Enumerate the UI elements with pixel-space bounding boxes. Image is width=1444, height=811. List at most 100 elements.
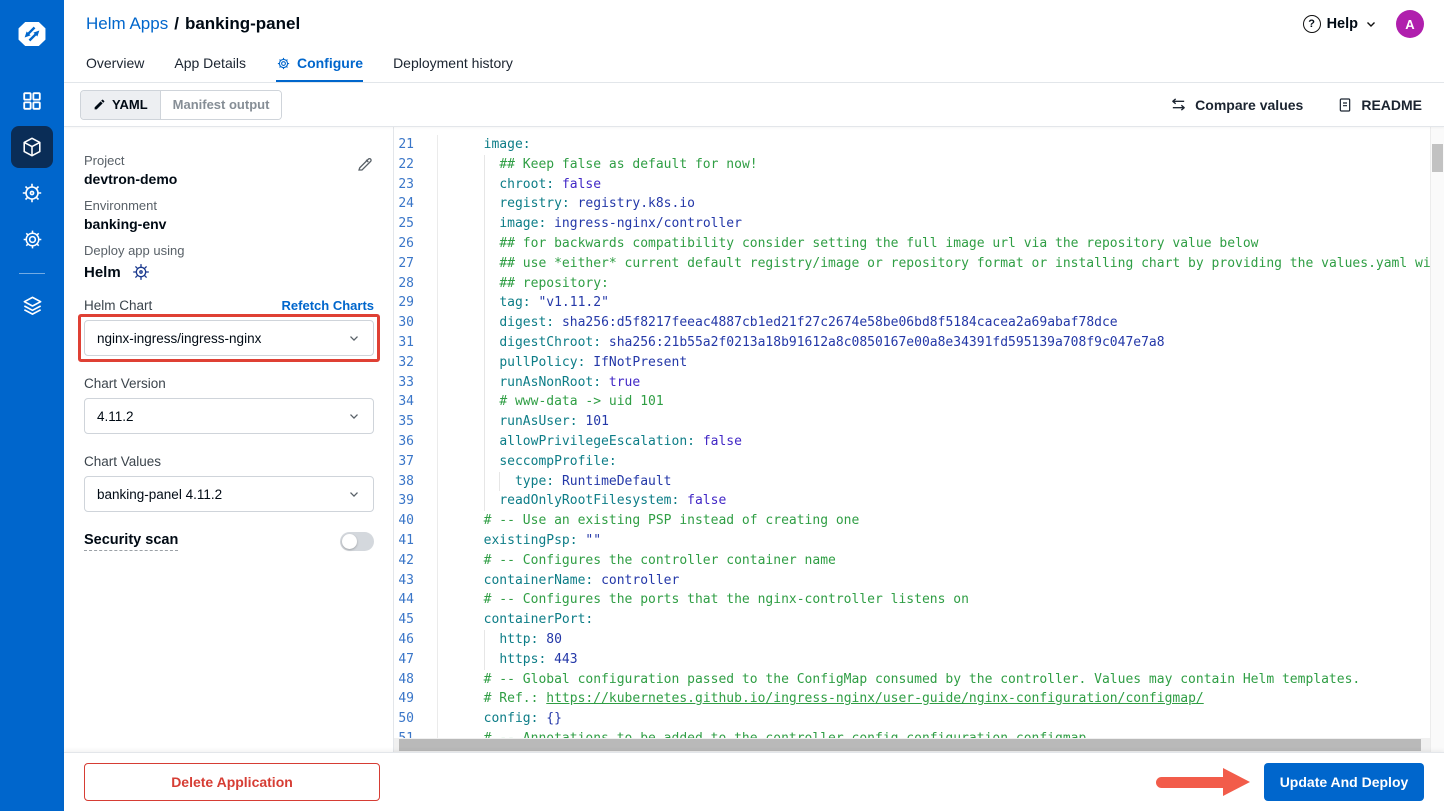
chart-version-select[interactable]: 4.11.2 <box>84 398 374 434</box>
helm-chart-label: Helm Chart <box>84 298 152 313</box>
indent-guide <box>484 472 485 492</box>
tab-overview[interactable]: Overview <box>86 48 144 82</box>
indent-guide <box>484 353 485 373</box>
footer-right: Update And Deploy <box>1156 763 1424 801</box>
chevron-down-icon <box>1364 17 1378 31</box>
code-line[interactable]: 49 # Ref.: https://kubernetes.github.io/… <box>394 689 1444 709</box>
code-line[interactable]: 48 # -- Global configuration passed to t… <box>394 670 1444 690</box>
code-line[interactable]: 42 # -- Configures the controller contai… <box>394 551 1444 571</box>
code-line[interactable]: 27 ## use *either* current default regis… <box>394 254 1444 274</box>
readme-button[interactable]: README <box>1337 97 1422 113</box>
code-line[interactable]: 38 type: RuntimeDefault <box>394 472 1444 492</box>
code-text: ## Keep false as default for now! <box>438 155 758 175</box>
code-line[interactable]: 37 seccompProfile: <box>394 452 1444 472</box>
code-line[interactable]: 41 existingPsp: "" <box>394 531 1444 551</box>
code-line[interactable]: 45 containerPort: <box>394 610 1444 630</box>
code-line[interactable]: 25 image: ingress-nginx/controller <box>394 214 1444 234</box>
code-line[interactable]: 39 readOnlyRootFilesystem: false <box>394 491 1444 511</box>
sidebar-nav <box>0 0 64 811</box>
indent-guide <box>484 313 485 333</box>
tab-app-details[interactable]: App Details <box>174 48 246 82</box>
avatar[interactable]: A <box>1396 10 1424 38</box>
yaml-tab[interactable]: YAML <box>81 91 160 119</box>
footer-bar: Delete Application Update And Deploy <box>64 752 1444 811</box>
project-row: Project devtron-demo <box>84 153 374 198</box>
indent-guide <box>484 274 485 294</box>
helm-chart-select[interactable]: nginx-ingress/ingress-nginx <box>84 320 374 356</box>
chart-values-select[interactable]: banking-panel 4.11.2 <box>84 476 374 512</box>
yaml-editor[interactable]: 21 image:22 ## Keep false as default for… <box>394 127 1444 752</box>
vertical-scrollbar[interactable] <box>1430 127 1444 752</box>
code-line[interactable]: 28 ## repository: <box>394 274 1444 294</box>
code-line[interactable]: 40 # -- Use an existing PSP instead of c… <box>394 511 1444 531</box>
code-line[interactable]: 22 ## Keep false as default for now! <box>394 155 1444 175</box>
security-scan-toggle[interactable] <box>340 532 374 551</box>
code-text: # -- Configures the controller container… <box>438 551 836 571</box>
tab-configure[interactable]: Configure <box>276 48 363 82</box>
line-number: 36 <box>394 432 438 452</box>
code-line[interactable]: 31 digestChroot: sha256:21b55a2f0213a18b… <box>394 333 1444 353</box>
toolbar-right: Compare values README <box>1170 96 1422 113</box>
config-toolbar: YAML Manifest output Compare values <box>64 83 1444 127</box>
compare-values-label: Compare values <box>1195 97 1303 113</box>
code-line[interactable]: 43 containerName: controller <box>394 571 1444 591</box>
indent-guide <box>484 491 485 511</box>
manifest-output-tab[interactable]: Manifest output <box>160 91 282 119</box>
indent-guide <box>484 293 485 313</box>
code-text: # -- Use an existing PSP instead of crea… <box>438 511 859 531</box>
tab-bar: Overview App Details Configure Deploymen… <box>64 48 1444 83</box>
code-text: digest: sha256:d5f8217feeac4887cb1ed21f2… <box>438 313 1118 333</box>
devtron-logo[interactable] <box>10 12 54 56</box>
help-icon: ? <box>1303 15 1321 33</box>
line-number: 48 <box>394 670 438 690</box>
code-line[interactable]: 30 digest: sha256:d5f8217feeac4887cb1ed2… <box>394 313 1444 333</box>
code-line[interactable]: 35 runAsUser: 101 <box>394 412 1444 432</box>
sidebar-item-settings[interactable] <box>11 218 53 260</box>
breadcrumb-helm-apps[interactable]: Helm Apps <box>86 14 168 34</box>
sidebar-item-applications[interactable] <box>11 126 53 168</box>
sidebar-item-dashboard[interactable] <box>11 80 53 122</box>
code-line[interactable]: 44 # -- Configures the ports that the ng… <box>394 590 1444 610</box>
code-line[interactable]: 29 tag: "v1.11.2" <box>394 293 1444 313</box>
code-text: containerPort: <box>438 610 593 630</box>
horizontal-scrollbar-thumb[interactable] <box>399 739 1421 751</box>
line-number: 49 <box>394 689 438 709</box>
security-scan-label: Security scan <box>84 532 178 551</box>
code-line[interactable]: 47 https: 443 <box>394 650 1444 670</box>
layers-icon <box>21 294 44 317</box>
view-mode-switch: YAML Manifest output <box>80 90 282 120</box>
code-line[interactable]: 32 pullPolicy: IfNotPresent <box>394 353 1444 373</box>
code-line[interactable]: 23 chroot: false <box>394 175 1444 195</box>
configure-gear-icon <box>276 56 291 71</box>
code-line[interactable]: 36 allowPrivilegeEscalation: false <box>394 432 1444 452</box>
security-scan-row: Security scan <box>84 532 374 551</box>
update-and-deploy-button[interactable]: Update And Deploy <box>1264 763 1424 801</box>
tab-configure-label: Configure <box>297 55 363 71</box>
code-line[interactable]: 21 image: <box>394 135 1444 155</box>
chart-values-value: banking-panel 4.11.2 <box>97 487 222 502</box>
vertical-scrollbar-thumb[interactable] <box>1432 144 1443 172</box>
code-line[interactable]: 50 config: {} <box>394 709 1444 729</box>
indent-guide <box>484 194 485 214</box>
code-line[interactable]: 33 runAsNonRoot: true <box>394 373 1444 393</box>
line-number: 40 <box>394 511 438 531</box>
indent-guide <box>484 254 485 274</box>
delete-application-button[interactable]: Delete Application <box>84 763 380 801</box>
help-menu[interactable]: ? Help <box>1303 15 1378 33</box>
tab-deployment-history[interactable]: Deployment history <box>393 48 513 82</box>
code-line[interactable]: 34 # www-data -> uid 101 <box>394 392 1444 412</box>
project-value: devtron-demo <box>84 171 177 187</box>
code-line[interactable]: 26 ## for backwards compatibility consid… <box>394 234 1444 254</box>
code-line[interactable]: 24 registry: registry.k8s.io <box>394 194 1444 214</box>
code-line[interactable]: 46 http: 80 <box>394 630 1444 650</box>
line-number: 42 <box>394 551 438 571</box>
compare-values-button[interactable]: Compare values <box>1170 96 1303 113</box>
horizontal-scrollbar[interactable] <box>394 738 1430 752</box>
refetch-charts-link[interactable]: Refetch Charts <box>282 298 374 313</box>
sidebar-item-stack[interactable] <box>11 284 53 326</box>
grid-icon <box>21 90 43 112</box>
chart-values-head: Chart Values <box>84 454 374 469</box>
code-text: chroot: false <box>438 175 601 195</box>
edit-pencil-icon[interactable] <box>356 155 374 173</box>
sidebar-item-helm-charts[interactable] <box>11 172 53 214</box>
